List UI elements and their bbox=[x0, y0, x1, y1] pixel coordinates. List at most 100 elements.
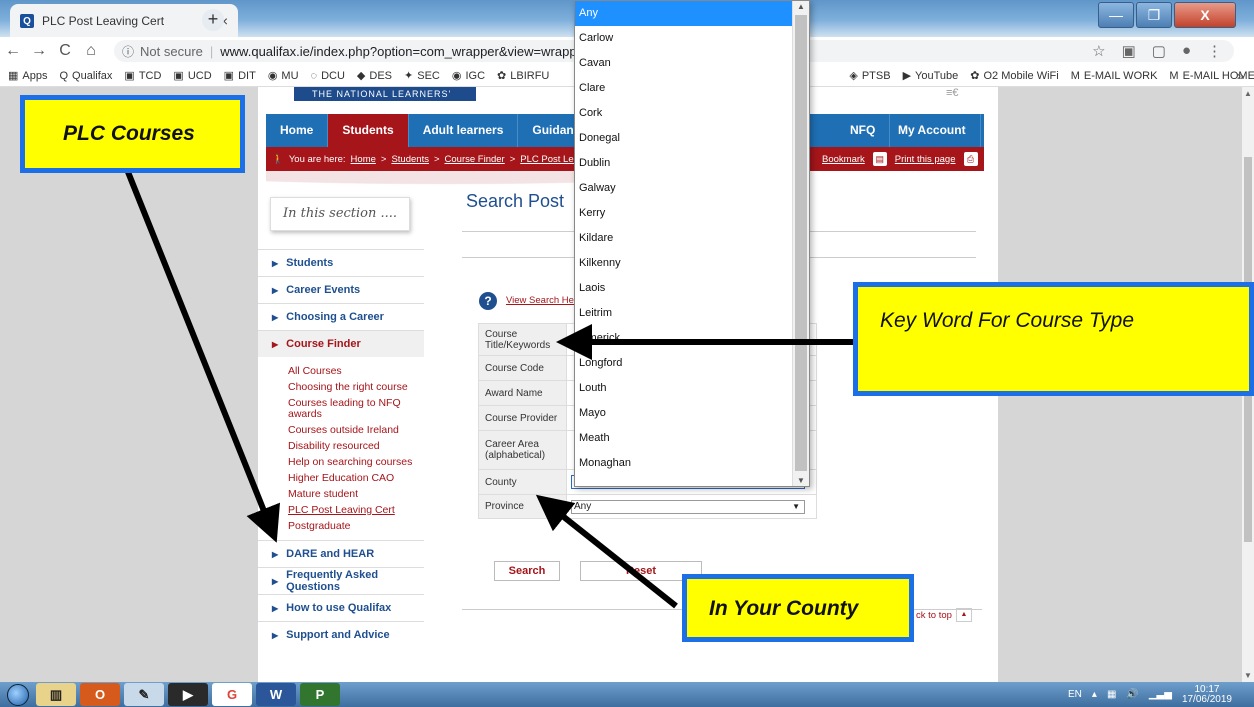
view-search-help-link[interactable]: View Search Help bbox=[506, 295, 581, 306]
dropdown-option-cork[interactable]: Cork bbox=[575, 101, 809, 126]
close-window-button[interactable]: X bbox=[1174, 2, 1236, 28]
bookmark-tcd[interactable]: ▣ TCD bbox=[124, 69, 161, 83]
bookmark-icon[interactable]: ▤ bbox=[872, 152, 887, 166]
search-button[interactable]: Search bbox=[494, 561, 560, 581]
taskbar-publisher-icon[interactable]: P bbox=[300, 683, 340, 706]
scroll-up-icon[interactable]: ▲ bbox=[1244, 89, 1252, 98]
dropdown-option-galway[interactable]: Galway bbox=[575, 176, 809, 201]
dropdown-scrollbar-thumb[interactable] bbox=[795, 15, 807, 471]
dropdown-option-meath[interactable]: Meath bbox=[575, 426, 809, 451]
leftnav-frequently-asked-questions[interactable]: ▶ Frequently Asked Questions bbox=[258, 567, 424, 594]
bookmark-mu[interactable]: ◉ MU bbox=[268, 69, 299, 83]
leftnav-choosing-a-career[interactable]: ▶ Choosing a Career bbox=[258, 303, 424, 330]
subnav-courses-outside-ireland[interactable]: Courses outside Ireland bbox=[288, 422, 424, 438]
taskbar-explorer-icon[interactable]: ▥ bbox=[36, 683, 76, 706]
nav-home[interactable]: Home bbox=[266, 114, 329, 147]
language-indicator[interactable]: EN bbox=[1068, 689, 1082, 700]
breadcrumb-link[interactable]: Course Finder bbox=[445, 154, 505, 165]
dropdown-option-kilkenny[interactable]: Kilkenny bbox=[575, 251, 809, 276]
leftnav-course-finder[interactable]: ▶ Course Finder bbox=[258, 330, 424, 357]
extension-pdf-icon[interactable]: ▣ bbox=[1122, 42, 1136, 60]
dropdown-option-longford[interactable]: Longford bbox=[575, 351, 809, 376]
star-icon[interactable]: ☆ bbox=[1092, 42, 1105, 60]
bookmark-qualifax[interactable]: Q Qualifax bbox=[59, 70, 112, 82]
scroll-down-icon[interactable]: ▼ bbox=[1244, 671, 1252, 680]
menu-icon[interactable]: ⋮ bbox=[1207, 42, 1222, 60]
dropdown-option-any[interactable]: Any bbox=[575, 1, 809, 26]
bookmark-igc[interactable]: ◉ IGC bbox=[452, 69, 485, 83]
bookmark-youtube[interactable]: ▶ YouTube bbox=[903, 69, 959, 83]
dropdown-scroll-down-icon[interactable]: ▼ bbox=[797, 476, 805, 485]
leftnav-how-to-use-qualifax[interactable]: ▶ How to use Qualifax bbox=[258, 594, 424, 621]
subnav-disability-resourced[interactable]: Disability resourced bbox=[288, 438, 424, 454]
subnav-mature-student[interactable]: Mature student bbox=[288, 486, 424, 502]
back-to-top[interactable]: ck to top ▲ bbox=[916, 608, 972, 622]
dropdown-option-leitrim[interactable]: Leitrim bbox=[575, 301, 809, 326]
up-arrow-icon[interactable]: ▲ bbox=[955, 608, 972, 622]
bookmark-dcu[interactable]: ◌ DCU bbox=[311, 70, 345, 82]
bookmark-link[interactable]: Bookmark bbox=[822, 154, 865, 165]
dropdown-option-donegal[interactable]: Donegal bbox=[575, 126, 809, 151]
forward-arrow-icon[interactable]: → bbox=[26, 42, 52, 60]
nav-adult-learners[interactable]: Adult learners bbox=[409, 114, 519, 147]
reload-icon[interactable]: C bbox=[52, 42, 78, 60]
dropdown-option-monaghan[interactable]: Monaghan bbox=[575, 451, 809, 476]
subnav-courses-leading-to-nfq-awards[interactable]: Courses leading to NFQ awards bbox=[288, 395, 424, 422]
home-icon[interactable]: ⌂ bbox=[78, 42, 104, 60]
dropdown-option-laois[interactable]: Laois bbox=[575, 276, 809, 301]
bookmark-sec[interactable]: ✦ SEC bbox=[404, 69, 440, 83]
subnav-help-on-searching-courses[interactable]: Help on searching courses bbox=[288, 454, 424, 470]
dropdown-option-dublin[interactable]: Dublin bbox=[575, 151, 809, 176]
bookmark-e-mail-work[interactable]: M E-MAIL WORK bbox=[1071, 70, 1158, 82]
dropdown-option-mayo[interactable]: Mayo bbox=[575, 401, 809, 426]
bookmark-ptsb[interactable]: ◈ PTSB bbox=[849, 69, 890, 83]
bookmark-apps[interactable]: ▦ Apps bbox=[8, 69, 47, 83]
dropdown-option-kerry[interactable]: Kerry bbox=[575, 201, 809, 226]
leftnav-students[interactable]: ▶ Students bbox=[258, 249, 424, 276]
bookmark-dit[interactable]: ▣ DIT bbox=[224, 69, 256, 83]
subnav-plc-post-leaving-cert[interactable]: PLC Post Leaving Cert bbox=[288, 502, 424, 518]
new-tab-button[interactable]: + bbox=[202, 9, 224, 31]
bookmark-lbirfu[interactable]: ✿ LBIRFU bbox=[497, 69, 549, 83]
tray-expand-icon[interactable]: ▴ bbox=[1092, 689, 1097, 700]
dropdown-option-limerick[interactable]: Limerick bbox=[575, 326, 809, 351]
maximize-button[interactable]: ❐ bbox=[1136, 2, 1172, 28]
clock[interactable]: 10:17 17/06/2019 bbox=[1182, 684, 1232, 705]
taskbar-chrome-icon[interactable]: G bbox=[212, 683, 252, 706]
subnav-postgraduate[interactable]: Postgraduate bbox=[288, 518, 424, 534]
back-to-top-label[interactable]: ck to top bbox=[916, 610, 952, 621]
leftnav-career-events[interactable]: ▶ Career Events bbox=[258, 276, 424, 303]
subnav-all-courses[interactable]: All Courses bbox=[288, 363, 424, 379]
dropdown-option-carlow[interactable]: Carlow bbox=[575, 26, 809, 51]
dropdown-option-cavan[interactable]: Cavan bbox=[575, 51, 809, 76]
taskbar-word-icon[interactable]: W bbox=[256, 683, 296, 706]
breadcrumb-link[interactable]: Home bbox=[351, 154, 376, 165]
profile-icon[interactable]: ● bbox=[1182, 42, 1191, 60]
dropdown-scroll-up-icon[interactable]: ▲ bbox=[797, 2, 805, 11]
leftnav-support-and-advice[interactable]: ▶ Support and Advice bbox=[258, 621, 424, 648]
signal-icon[interactable]: ▁▃▅ bbox=[1149, 689, 1172, 700]
network-icon[interactable]: ▦ bbox=[1107, 689, 1116, 700]
province-select[interactable]: Any ▼ bbox=[571, 499, 805, 514]
leftnav-dare-and-hear[interactable]: ▶ DARE and HEAR bbox=[258, 540, 424, 567]
county-dropdown-list[interactable]: Any Carlow Cavan Clare Cork Donegal Dublin Galw… bbox=[574, 0, 810, 487]
bookmark-o2-mobile-wifi[interactable]: ✿ O2 Mobile WiFi bbox=[970, 69, 1058, 83]
volume-icon[interactable]: 🔊 bbox=[1126, 689, 1138, 700]
nav-my-account[interactable]: My Account bbox=[884, 114, 981, 147]
dropdown-option-kildare[interactable]: Kildare bbox=[575, 226, 809, 251]
back-arrow-icon[interactable]: ← bbox=[0, 42, 26, 60]
breadcrumb-link[interactable]: Students bbox=[391, 154, 429, 165]
bookmark-des[interactable]: ◆ DES bbox=[357, 69, 392, 83]
bookmarks-more-icon[interactable]: » bbox=[1237, 68, 1244, 83]
dropdown-scrollbar[interactable]: ▲ ▼ bbox=[792, 1, 809, 486]
help-icon[interactable]: ? bbox=[479, 292, 497, 310]
minimize-button[interactable]: — bbox=[1098, 2, 1134, 28]
print-icon[interactable]: ⎙ bbox=[963, 152, 978, 166]
info-icon[interactable]: ⓘ bbox=[122, 43, 134, 60]
dropdown-option-louth[interactable]: Louth bbox=[575, 376, 809, 401]
taskbar-media-icon[interactable]: ▶ bbox=[168, 683, 208, 706]
nav-nfq[interactable]: NFQ bbox=[836, 114, 891, 147]
subnav-choosing-the-right-course[interactable]: Choosing the right course bbox=[288, 379, 424, 395]
subnav-higher-education-cao[interactable]: Higher Education CAO bbox=[288, 470, 424, 486]
bookmark-ucd[interactable]: ▣ UCD bbox=[173, 69, 211, 83]
